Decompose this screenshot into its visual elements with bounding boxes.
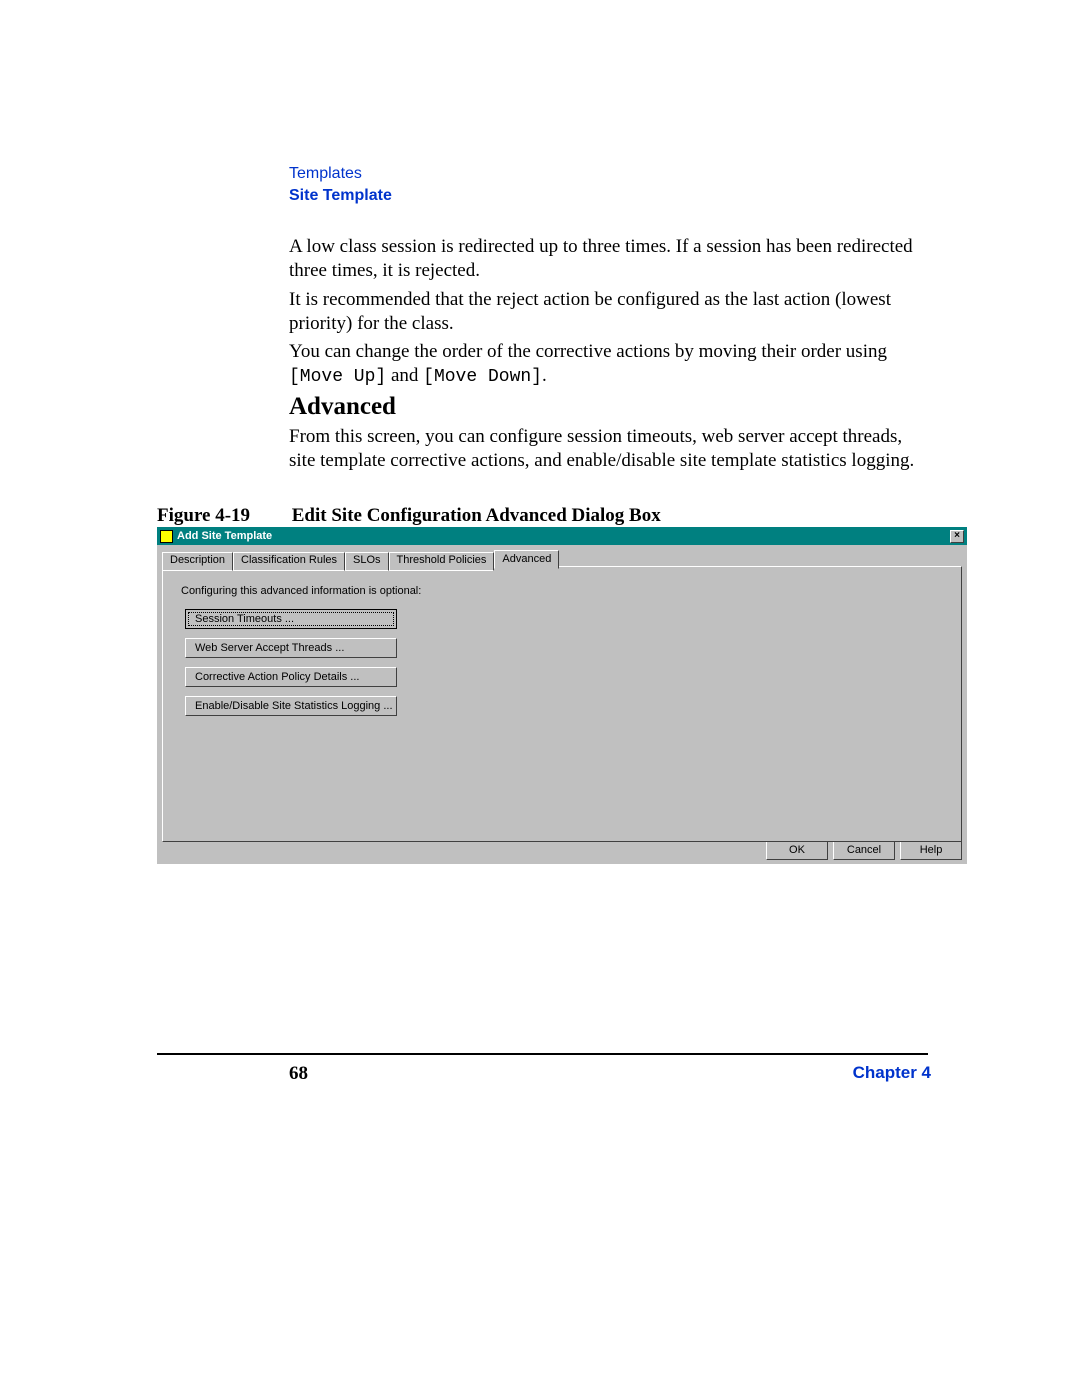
figure-number: Figure 4-19 (157, 505, 287, 527)
paragraph-advanced-desc: From this screen, you can configure sess… (289, 425, 931, 473)
ok-button[interactable]: OK (766, 840, 828, 860)
help-button[interactable]: Help (900, 840, 962, 860)
p3-move-up: [Move Up] (289, 367, 386, 387)
dialog-title: Add Site Template (177, 530, 950, 542)
header-section: Site Template (289, 187, 392, 205)
close-icon: × (954, 531, 960, 541)
figure-title: Edit Site Configuration Advanced Dialog … (292, 505, 661, 526)
tab-description[interactable]: Description (162, 552, 233, 571)
paragraph-reorder: You can change the order of the correcti… (289, 340, 931, 388)
page-footer: 68 Chapter 4 (289, 1063, 931, 1085)
dialog-footer-buttons: OK Cancel Help (766, 840, 962, 860)
tab-container: Description Classification Rules SLOs Th… (160, 548, 964, 844)
paragraph-reject-recommendation: It is recommended that the reject action… (289, 288, 931, 336)
dialog-titlebar[interactable]: Add Site Template × (157, 527, 967, 545)
system-menu-icon[interactable] (160, 530, 173, 543)
tab-threshold-policies[interactable]: Threshold Policies (389, 552, 495, 571)
tab-advanced[interactable]: Advanced (494, 550, 559, 569)
page-header: Templates Site Template (289, 165, 392, 205)
p3-text-c: . (542, 365, 547, 386)
close-button[interactable]: × (950, 530, 964, 543)
footer-rule (157, 1053, 928, 1055)
figure-caption: Figure 4-19 Edit Site Configuration Adva… (157, 505, 661, 527)
site-statistics-logging-button[interactable]: Enable/Disable Site Statistics Logging .… (185, 696, 397, 716)
p3-text-a: You can change the order of the correcti… (289, 341, 887, 362)
page: Templates Site Template A low class sess… (0, 0, 1080, 1397)
tab-strip: Description Classification Rules SLOs Th… (162, 550, 559, 569)
paragraph-redirect: A low class session is redirected up to … (289, 235, 931, 283)
tab-panel-advanced: Configuring this advanced information is… (162, 566, 962, 842)
cancel-button[interactable]: Cancel (833, 840, 895, 860)
corrective-action-policy-button[interactable]: Corrective Action Policy Details ... (185, 667, 397, 687)
tab-classification-rules[interactable]: Classification Rules (233, 552, 345, 571)
heading-advanced: Advanced (289, 393, 396, 421)
web-server-accept-threads-button[interactable]: Web Server Accept Threads ... (185, 638, 397, 658)
header-category: Templates (289, 165, 392, 183)
chapter-reference[interactable]: Chapter 4 (853, 1063, 931, 1083)
add-site-template-dialog: Add Site Template × Description Classifi… (157, 527, 967, 864)
p3-text-b: and (386, 365, 423, 386)
tab-slos[interactable]: SLOs (345, 552, 389, 571)
p3-move-down: [Move Down] (423, 367, 542, 387)
page-number: 68 (289, 1063, 308, 1084)
session-timeouts-button[interactable]: Session Timeouts ... (185, 609, 397, 629)
panel-instruction-text: Configuring this advanced information is… (181, 585, 421, 597)
